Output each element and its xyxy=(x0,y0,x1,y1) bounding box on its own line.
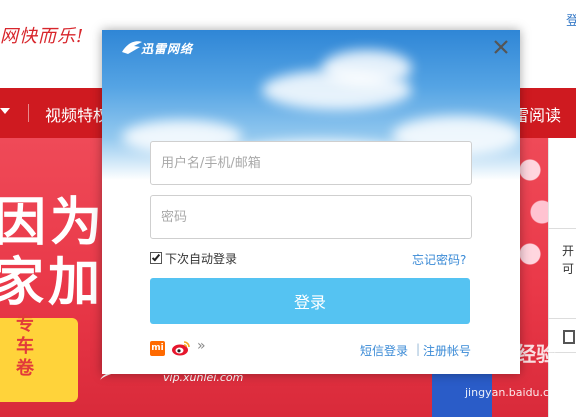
register-account-link[interactable]: 注册帐号 xyxy=(423,342,471,359)
login-dialog: 迅雷网络 下次自动登录 忘记密码? 登录 mi » 短信登录 | 注册帐号 xyxy=(102,30,520,374)
right-panel-text-2: 可 xyxy=(562,262,575,276)
right-side-panel xyxy=(548,138,576,417)
remember-me-label[interactable]: 下次自动登录 xyxy=(165,250,237,267)
check-mark-icon xyxy=(151,252,161,262)
remember-me-row: 下次自动登录 xyxy=(150,250,237,267)
nav-item-video-privilege[interactable]: 视频特权 xyxy=(45,102,109,126)
remember-me-checkbox[interactable] xyxy=(150,252,162,264)
site-slogan: 网快而乐! xyxy=(0,26,85,47)
right-panel-box-icon[interactable] xyxy=(563,330,575,344)
forgot-password-link[interactable]: 忘记密码? xyxy=(412,251,466,268)
banner-ticket-text: 专车 卷 xyxy=(16,314,50,380)
right-panel-divider xyxy=(548,228,576,229)
nav-item-reading[interactable]: 雷阅读 xyxy=(513,102,561,126)
cloud-decoration xyxy=(322,50,412,86)
more-login-options-icon[interactable]: » xyxy=(197,338,206,354)
ticket-text-line2: 卷 xyxy=(16,358,34,379)
banner-headline-line2: 家加 xyxy=(0,253,105,313)
site-login-link[interactable]: 登 xyxy=(566,10,576,29)
right-panel-divider xyxy=(548,318,576,319)
sms-login-link[interactable]: 短信登录 xyxy=(360,342,408,359)
dialog-logo-text: 迅雷网络 xyxy=(141,42,194,56)
username-input[interactable] xyxy=(150,141,472,185)
link-separator: | xyxy=(416,342,421,356)
login-button[interactable]: 登录 xyxy=(150,278,470,324)
nav-dropdown-arrow-icon[interactable] xyxy=(0,108,10,114)
right-panel-text-1: 开 xyxy=(562,244,575,258)
nav-divider xyxy=(28,104,29,122)
ticket-text-line1: 专车 xyxy=(16,314,34,357)
password-input[interactable] xyxy=(150,195,472,239)
close-icon[interactable] xyxy=(492,38,510,56)
xiaomi-icon[interactable]: mi xyxy=(150,341,165,356)
weibo-icon[interactable] xyxy=(171,339,191,356)
watermark-url: jingyan.baidu.com xyxy=(465,386,567,399)
